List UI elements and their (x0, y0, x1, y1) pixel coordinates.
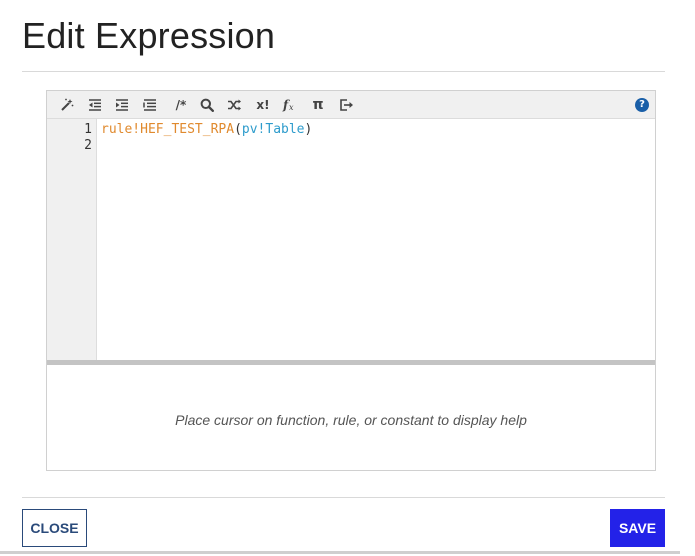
title-divider (22, 71, 665, 72)
rule-icon-label: x! (256, 98, 270, 112)
open-paren: ( (234, 122, 242, 137)
outdent-icon[interactable] (85, 95, 105, 115)
comment-icon[interactable]: /* (169, 95, 193, 115)
pi-icon-label: π (312, 97, 324, 113)
code-input[interactable]: rule!HEF_TEST_RPA(pv!Table) (97, 119, 655, 360)
export-icon[interactable] (336, 95, 356, 115)
function-icon[interactable]: f x (280, 95, 300, 115)
help-panel: Place cursor on function, rule, or const… (47, 365, 655, 470)
svg-text:x: x (289, 103, 294, 112)
code-line: rule!HEF_TEST_RPA(pv!Table) (101, 122, 312, 138)
variable-token: pv!Table (241, 122, 305, 137)
indent-icon[interactable] (112, 95, 132, 115)
auto-indent-icon[interactable] (140, 95, 160, 115)
expression-editor: /* x! f x π ? 1 2 rule!HEF_TEST_RPA(pv!T… (46, 90, 656, 471)
rule-icon[interactable]: x! (252, 95, 274, 115)
close-paren: ) (304, 122, 313, 137)
edit-expression-dialog: Edit Expression /* x! f x π ? 1 2 rule!H… (0, 0, 695, 556)
editor-toolbar: /* x! f x π ? (47, 91, 655, 119)
close-button[interactable]: CLOSE (22, 509, 87, 547)
comment-icon-label: /* (175, 98, 187, 112)
horizontal-scrollbar[interactable] (0, 551, 680, 554)
search-icon[interactable] (197, 95, 217, 115)
line-number: 2 (84, 138, 92, 153)
line-number-gutter: 1 2 (47, 119, 97, 360)
help-panel-text: Place cursor on function, rule, or const… (175, 411, 527, 428)
pi-icon[interactable]: π (308, 95, 328, 115)
rule-token: rule!HEF_TEST_RPA (101, 122, 235, 137)
help-circle-icon[interactable]: ? (635, 98, 649, 112)
save-button[interactable]: SAVE (610, 509, 665, 547)
dialog-title: Edit Expression (22, 15, 276, 56)
line-number: 1 (84, 122, 92, 137)
magic-wand-icon[interactable] (57, 95, 77, 115)
footer-divider (22, 497, 665, 498)
shuffle-icon[interactable] (224, 95, 244, 115)
